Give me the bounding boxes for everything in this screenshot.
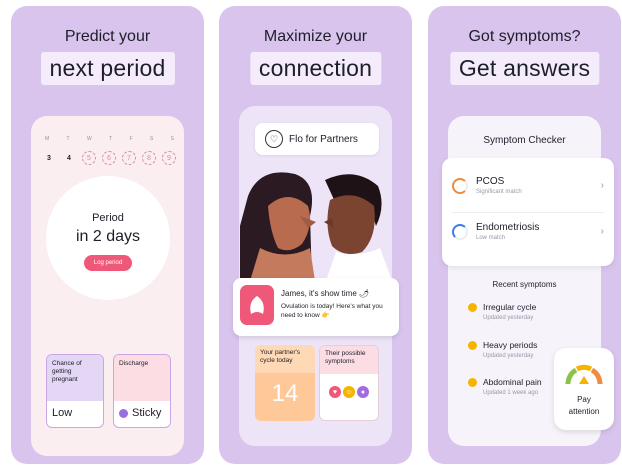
- recent-symptom-row[interactable]: Abdominal pain Updated 1 week ago: [468, 377, 542, 396]
- person-icon: ●: [357, 386, 369, 398]
- divider: [452, 212, 604, 213]
- pregnancy-chance-card[interactable]: Chance of getting pregnant Low: [46, 354, 104, 428]
- recent-symptom-row[interactable]: Heavy periods Updated yesterday: [468, 340, 537, 359]
- match-strength: Significant match: [476, 189, 522, 195]
- symptom-dot-icon: [468, 378, 477, 387]
- card-label: Chance of getting pregnant: [47, 355, 103, 401]
- day-cell[interactable]: 8: [142, 151, 156, 165]
- period-countdown: in 2 days: [75, 228, 141, 245]
- symptom-matches: PCOS Significant match › Endometriosis L…: [442, 158, 614, 266]
- heading-line1: Maximize your: [263, 28, 368, 45]
- match-strength: Low match: [476, 235, 506, 241]
- cycle-day: 14: [271, 380, 299, 407]
- discharge-icon: [119, 408, 128, 418]
- push-notification[interactable]: James, it's show time 🌶 Ovulation is tod…: [233, 278, 399, 336]
- phone-screen: M T W T F S S 3 4 5 6 7 8 9 Period in 2 …: [31, 116, 184, 456]
- day-cell[interactable]: 3: [42, 151, 56, 165]
- partner-cycle-card[interactable]: Your partner's cycle today 14: [255, 345, 315, 421]
- face-icon: ☺: [343, 386, 355, 398]
- calendar-days: 3 4 5 6 7 8 9: [42, 151, 176, 165]
- flo-for-partners-badge[interactable]: ♡ Flo for Partners: [255, 123, 379, 155]
- period-prediction-circle: Period in 2 days Log period: [46, 176, 170, 300]
- card-value: Low: [52, 407, 73, 419]
- heading-line2: Get answers: [449, 52, 600, 85]
- screenshot-symptoms: Got symptoms? Get answers Symptom Checke…: [428, 6, 621, 464]
- match-ring-icon: [452, 177, 468, 194]
- pay-attention-label-2: attention: [568, 406, 600, 416]
- heading-line2: connection: [249, 52, 382, 85]
- partners-label: Flo for Partners: [289, 133, 358, 145]
- weekday: T: [66, 136, 70, 142]
- pay-attention-gauge[interactable]: Pay attention: [554, 348, 614, 430]
- day-cell[interactable]: 9: [162, 151, 176, 165]
- symptom-name: Irregular cycle: [483, 302, 537, 312]
- weekday: W: [86, 136, 92, 142]
- weekday: T: [109, 136, 113, 142]
- day-cell[interactable]: 5: [82, 151, 96, 165]
- card-label: Their possible symptoms: [320, 346, 378, 374]
- symptom-updated: Updated yesterday: [483, 315, 534, 321]
- weekday: M: [45, 136, 50, 142]
- pay-attention-label-1: Pay: [577, 395, 591, 404]
- card-value: Sticky: [132, 407, 162, 419]
- discharge-card[interactable]: Discharge Sticky: [113, 354, 171, 428]
- weekday: S: [149, 136, 154, 142]
- screenshot-predict-period: Predict your next period M T W T F S S 3…: [11, 6, 204, 464]
- card-label: Discharge: [114, 355, 170, 401]
- day-cell[interactable]: 4: [62, 151, 76, 165]
- symptom-icons: ♥ ☺ ●: [320, 386, 378, 398]
- flo-logo-icon: [240, 285, 274, 325]
- card-label: Your partner's cycle today: [255, 345, 315, 373]
- screenshot-partners: Maximize your connection ♡ Flo for Partn…: [219, 6, 412, 464]
- chevron-right-icon: ›: [600, 226, 604, 237]
- heading-line2: next period: [40, 52, 175, 85]
- recent-symptom-row[interactable]: Irregular cycle Updated yesterday: [468, 302, 536, 321]
- symptom-updated: Updated yesterday: [483, 353, 534, 359]
- match-row-pcos[interactable]: PCOS Significant match ›: [452, 176, 604, 195]
- match-name: PCOS: [476, 176, 505, 187]
- symptom-checker-title: Symptom Checker: [483, 135, 566, 146]
- period-label: Period: [92, 212, 124, 224]
- gauge-icon: [565, 364, 603, 385]
- symptom-name: Abdominal pain: [483, 377, 542, 387]
- recent-symptoms-title: Recent symptoms: [492, 280, 557, 289]
- match-row-endometriosis[interactable]: Endometriosis Low match ›: [452, 222, 604, 241]
- weekday: S: [170, 136, 174, 142]
- match-ring-icon: [452, 223, 468, 240]
- chat-heart-icon: ♡: [265, 130, 283, 148]
- heading-line1: Got symptoms?: [468, 28, 581, 45]
- heart-icon: ♥: [329, 386, 341, 398]
- weekday-row: M T W T F S S: [45, 136, 174, 142]
- symptom-dot-icon: [468, 341, 477, 350]
- weekday: F: [129, 136, 133, 142]
- match-name: Endometriosis: [476, 222, 540, 233]
- notification-title: James, it's show time 🌶: [281, 289, 370, 298]
- heading-line1: Predict your: [64, 28, 151, 45]
- couple-illustration: [240, 172, 392, 281]
- symptom-updated: Updated 1 week ago: [483, 390, 539, 396]
- log-period-button[interactable]: Log period: [83, 255, 133, 271]
- day-cell[interactable]: 6: [102, 151, 116, 165]
- day-cell[interactable]: 7: [122, 151, 136, 165]
- chevron-right-icon: ›: [600, 180, 604, 191]
- symptom-dot-icon: [468, 303, 477, 312]
- symptom-name: Heavy periods: [483, 340, 538, 350]
- notification-body: Ovulation is today! Here's what you need…: [281, 303, 383, 320]
- possible-symptoms-card[interactable]: Their possible symptoms ♥ ☺ ●: [319, 345, 379, 421]
